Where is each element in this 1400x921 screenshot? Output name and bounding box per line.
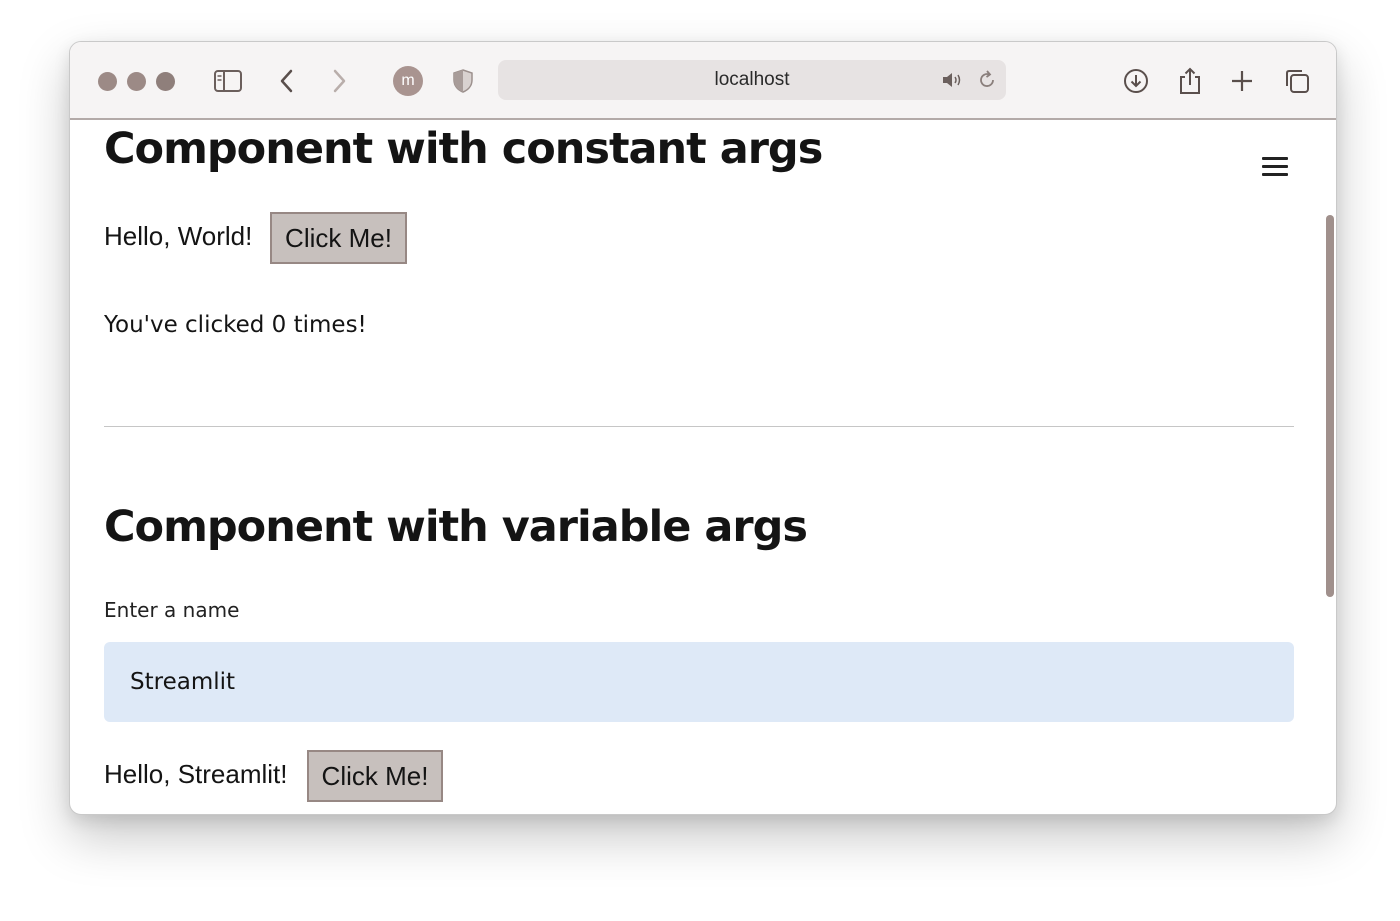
click-me-button[interactable]: Click Me! (270, 212, 407, 264)
tabs-icon[interactable] (1282, 66, 1312, 96)
minimize-window-button[interactable] (127, 72, 146, 91)
browser-toolbar: m localhost (70, 42, 1336, 120)
plus-icon[interactable] (1227, 66, 1257, 96)
address-bar[interactable]: localhost (498, 60, 1006, 100)
sidebar-icon[interactable] (213, 66, 243, 96)
forward-icon[interactable] (324, 66, 354, 96)
close-window-button[interactable] (98, 72, 117, 91)
hamburger-menu-icon[interactable] (1260, 154, 1290, 178)
section-title-constant-args: Component with constant args (104, 124, 823, 174)
shield-icon[interactable] (448, 66, 478, 96)
click-counter-text: You've clicked 0 times! (104, 312, 367, 338)
zoom-window-button[interactable] (156, 72, 175, 91)
profile-avatar[interactable]: m (393, 66, 423, 96)
section-divider (104, 426, 1294, 427)
name-input-label: Enter a name (104, 598, 240, 622)
section-title-variable-args: Component with variable args (104, 502, 808, 552)
page-content: Component with constant args Hello, Worl… (70, 122, 1336, 814)
name-input[interactable] (104, 642, 1294, 722)
greeting-text: Hello, Streamlit! (104, 759, 288, 789)
scrollbar-thumb[interactable] (1326, 215, 1334, 597)
reload-icon[interactable] (976, 69, 998, 96)
back-icon[interactable] (272, 66, 302, 96)
vertical-scrollbar[interactable] (1324, 122, 1334, 814)
click-me-button[interactable]: Click Me! (307, 750, 443, 802)
download-icon[interactable] (1121, 66, 1151, 96)
speaker-icon[interactable] (941, 70, 965, 95)
browser-window: m localhost Component with constant args… (69, 41, 1337, 815)
greeting-text: Hello, World! (104, 221, 253, 251)
address-text: localhost (714, 69, 790, 90)
share-icon[interactable] (1175, 66, 1205, 96)
